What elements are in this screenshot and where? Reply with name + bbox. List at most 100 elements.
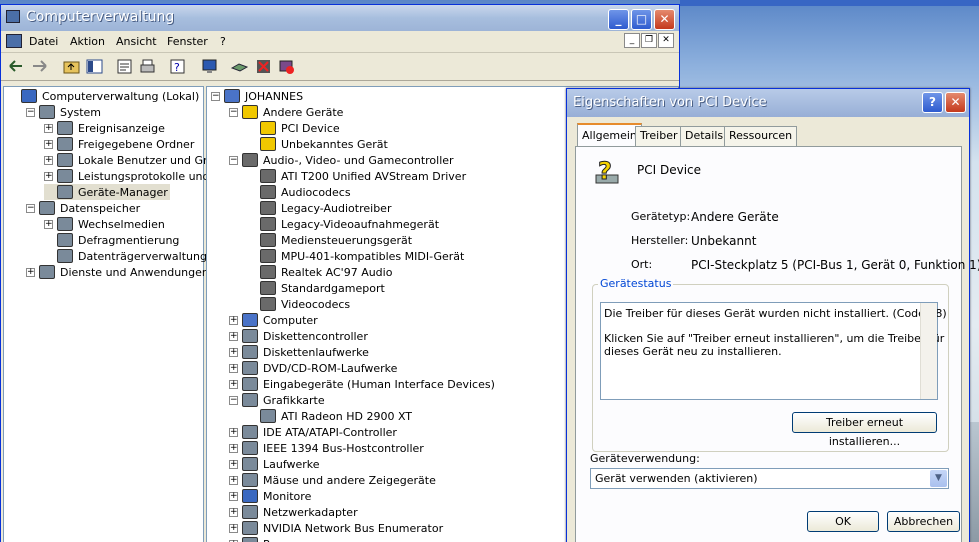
tree-item[interactable]: Geräte-Manager xyxy=(44,184,170,200)
maximize-button[interactable]: □ xyxy=(631,9,652,30)
chevron-down-icon[interactable]: ▼ xyxy=(930,470,947,487)
menu-fenster[interactable]: Fenster xyxy=(167,35,208,48)
uninstall-icon[interactable] xyxy=(255,58,272,75)
print-icon[interactable] xyxy=(139,58,156,75)
tree-item[interactable]: + Netzwerkadapter xyxy=(229,504,360,520)
forward-icon[interactable] xyxy=(31,58,48,75)
tree-item[interactable]: − JOHANNES xyxy=(211,88,305,104)
tree-item[interactable]: + Computer xyxy=(229,312,320,328)
close-button[interactable]: ✕ xyxy=(654,9,675,30)
dialog-help-button[interactable]: ? xyxy=(922,92,943,113)
tab-ressourcen[interactable]: Ressourcen xyxy=(724,126,798,146)
tree-item[interactable]: + DVD/CD-ROM-Laufwerke xyxy=(229,360,399,376)
dialog-titlebar[interactable]: Eigenschaften von PCI Device ? ✕ xyxy=(567,89,969,117)
menu-ansicht[interactable]: Ansicht xyxy=(116,35,157,48)
tree-item[interactable]: + Diskettenlaufwerke xyxy=(229,344,371,360)
tab-details[interactable]: Details xyxy=(680,126,729,146)
ok-button[interactable]: OK xyxy=(807,511,879,532)
expand-toggle[interactable]: + xyxy=(229,491,238,501)
expand-toggle[interactable]: + xyxy=(229,379,238,389)
menu-datei[interactable]: Datei xyxy=(29,35,58,48)
status-scrollbar[interactable] xyxy=(920,303,937,399)
tree-item[interactable]: − Grafikkarte xyxy=(229,392,327,408)
child-minimize-button[interactable]: _ xyxy=(624,33,640,48)
expand-toggle[interactable]: − xyxy=(229,155,238,165)
expand-toggle[interactable]: − xyxy=(26,203,35,213)
tree-item[interactable]: Defragmentierung xyxy=(44,232,181,248)
tree-item[interactable]: − System xyxy=(26,104,103,120)
update-driver-icon[interactable] xyxy=(231,58,248,75)
tree-item[interactable]: Realtek AC'97 Audio xyxy=(247,264,394,280)
expand-toggle[interactable]: + xyxy=(229,475,238,485)
tree-item[interactable]: + Eingabegeräte (Human Interface Devices) xyxy=(229,376,497,392)
device-usage-select[interactable]: Gerät verwenden (aktivieren) ▼ xyxy=(590,468,949,489)
tree-item[interactable]: + IEEE 1394 Bus-Hostcontroller xyxy=(229,440,426,456)
tree-item[interactable]: + Laufwerke xyxy=(229,456,322,472)
dialog-close-button[interactable]: ✕ xyxy=(945,92,966,113)
tree-item[interactable]: Computerverwaltung (Lokal) xyxy=(8,88,201,104)
expand-toggle[interactable]: + xyxy=(229,523,238,533)
tree-item[interactable]: ATI T200 Unified AVStream Driver xyxy=(247,168,468,184)
reinstall-driver-button[interactable]: Treiber erneut installieren... xyxy=(792,412,937,448)
expand-toggle[interactable]: + xyxy=(229,427,238,437)
expand-toggle[interactable]: + xyxy=(229,363,238,373)
expand-toggle[interactable]: + xyxy=(44,155,53,165)
tree-item[interactable]: − Datenspeicher xyxy=(26,200,142,216)
expand-toggle[interactable]: − xyxy=(229,107,238,117)
tree-item[interactable]: + Freigegebene Ordner xyxy=(44,136,196,152)
tree-item[interactable]: + Mäuse und andere Zeigegeräte xyxy=(229,472,438,488)
expand-toggle[interactable]: + xyxy=(44,123,53,133)
tree-item[interactable]: Legacy-Videoaufnahmegerät xyxy=(247,216,441,232)
tree-item[interactable]: − Audio-, Video- und Gamecontroller xyxy=(229,152,456,168)
tree-item[interactable]: Audiocodecs xyxy=(247,184,353,200)
tree-item[interactable]: Unbekanntes Gerät xyxy=(247,136,390,152)
expand-toggle[interactable]: + xyxy=(229,347,238,357)
tree-item[interactable]: ATI Radeon HD 2900 XT xyxy=(247,408,414,424)
expand-toggle[interactable]: − xyxy=(26,107,35,117)
back-icon[interactable] xyxy=(8,58,25,75)
expand-toggle[interactable]: + xyxy=(229,331,238,341)
main-titlebar[interactable]: Computerverwaltung _ □ ✕ xyxy=(1,5,679,31)
expand-toggle[interactable]: − xyxy=(229,395,238,405)
expand-toggle[interactable]: + xyxy=(44,139,53,149)
expand-toggle[interactable]: + xyxy=(26,267,35,277)
tree-item[interactable]: PCI Device xyxy=(247,120,342,136)
tree-item[interactable]: + IDE ATA/ATAPI-Controller xyxy=(229,424,399,440)
tree-item[interactable]: Datenträgerverwaltung xyxy=(44,248,209,264)
tree-item[interactable]: − Andere Geräte xyxy=(229,104,345,120)
tab-allgemein[interactable]: Allgemein xyxy=(577,123,642,147)
tree-item[interactable]: Videocodecs xyxy=(247,296,352,312)
tree-item[interactable]: + Wechselmedien xyxy=(44,216,167,232)
expand-toggle[interactable]: + xyxy=(229,443,238,453)
tree-item[interactable]: Legacy-Audiotreiber xyxy=(247,200,393,216)
tree-item[interactable]: Mediensteuerungsgerät xyxy=(247,232,414,248)
menu-help[interactable]: ? xyxy=(220,35,226,48)
expand-toggle[interactable]: − xyxy=(211,91,220,101)
expand-toggle[interactable]: + xyxy=(44,219,53,229)
child-restore-button[interactable]: ❐ xyxy=(641,33,657,48)
expand-toggle[interactable]: + xyxy=(229,459,238,469)
tab-treiber[interactable]: Treiber xyxy=(635,126,683,146)
menu-aktion[interactable]: Aktion xyxy=(70,35,105,48)
disable-device-icon[interactable] xyxy=(278,58,295,75)
properties-icon[interactable] xyxy=(116,58,133,75)
expand-toggle[interactable]: + xyxy=(229,507,238,517)
minimize-button[interactable]: _ xyxy=(608,9,629,30)
child-close-button[interactable]: ✕ xyxy=(658,33,674,48)
expand-toggle[interactable]: + xyxy=(229,315,238,325)
tree-item[interactable]: + Diskettencontroller xyxy=(229,328,370,344)
tree-item[interactable]: + NVIDIA Network Bus Enumerator xyxy=(229,520,445,536)
tree-item[interactable]: +Prozessoren xyxy=(229,536,331,542)
tree-item[interactable]: + Dienste und Anwendungen xyxy=(26,264,211,280)
monitor-scan-icon[interactable] xyxy=(201,58,218,75)
up-folder-icon[interactable] xyxy=(63,58,80,75)
tree-item[interactable]: Standardgameport xyxy=(247,280,387,296)
tree-item[interactable]: + Monitore xyxy=(229,488,313,504)
tree-item[interactable]: + Ereignisanzeige xyxy=(44,120,167,136)
cancel-button[interactable]: Abbrechen xyxy=(887,511,960,532)
device-status-textbox[interactable]: Die Treiber für dieses Gerät wurden nich… xyxy=(600,302,947,400)
tree-item[interactable]: MPU-401-kompatibles MIDI-Gerät xyxy=(247,248,466,264)
app-icon[interactable] xyxy=(6,34,22,48)
help-icon[interactable]: ? xyxy=(169,58,186,75)
show-tree-icon[interactable] xyxy=(86,58,103,75)
